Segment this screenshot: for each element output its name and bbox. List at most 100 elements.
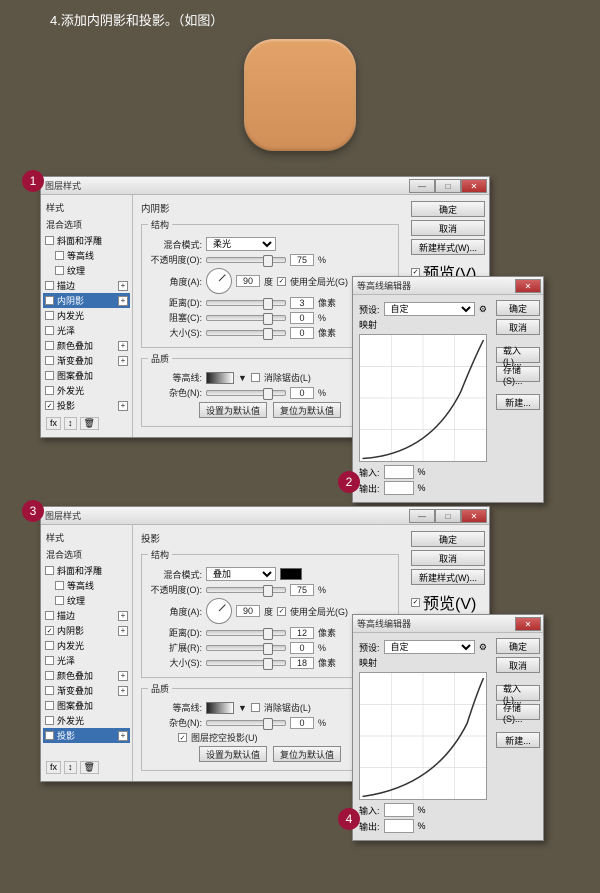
output-field[interactable] xyxy=(384,481,414,495)
contour-picker[interactable] xyxy=(206,702,234,714)
style-checkbox[interactable] xyxy=(45,656,54,665)
footer-btn-a[interactable]: ↕ xyxy=(64,417,77,430)
sidebar-style-item[interactable]: 斜面和浮雕 xyxy=(43,563,130,578)
opacity-slider[interactable]: .slider:nth-of-type(1)::after{left:56px} xyxy=(206,257,286,263)
noise-value[interactable]: 0 xyxy=(290,717,314,729)
blend-options-header[interactable]: 混合选项 xyxy=(43,216,130,233)
reset-default-button[interactable]: 复位为默认值 xyxy=(273,402,341,418)
close-icon[interactable]: ✕ xyxy=(515,617,541,631)
footer-btn-b[interactable]: 🗑 xyxy=(80,761,99,774)
spread-value[interactable]: 0 xyxy=(290,642,314,654)
sidebar-style-item[interactable]: 图案叠加 xyxy=(43,698,130,713)
sidebar-style-item[interactable]: 内发光 xyxy=(43,308,130,323)
cancel-button[interactable]: 取消 xyxy=(411,550,485,566)
style-checkbox[interactable]: ✓ xyxy=(45,626,54,635)
preview-checkbox[interactable]: ✓ xyxy=(411,598,420,607)
style-checkbox[interactable] xyxy=(55,581,64,590)
sidebar-style-item[interactable]: 外发光 xyxy=(43,713,130,728)
minimize-icon[interactable]: — xyxy=(409,179,435,193)
style-checkbox[interactable] xyxy=(45,371,54,380)
minimize-icon[interactable]: — xyxy=(409,509,435,523)
sidebar-style-item[interactable]: 光泽 xyxy=(43,653,130,668)
sidebar-style-item[interactable]: 颜色叠加+ xyxy=(43,338,130,353)
sidebar-style-item[interactable]: 图案叠加 xyxy=(43,368,130,383)
sidebar-style-item[interactable]: 描边+ xyxy=(43,278,130,293)
contour-curve-grid[interactable] xyxy=(359,334,487,462)
make-default-button[interactable]: 设置为默认值 xyxy=(199,402,267,418)
add-instance-icon[interactable]: + xyxy=(118,401,128,411)
new-button[interactable]: 新建... xyxy=(496,394,540,410)
preset-menu-icon[interactable]: ⚙ xyxy=(479,304,487,315)
spread-slider[interactable] xyxy=(206,645,286,651)
close-icon[interactable]: ✕ xyxy=(461,509,487,523)
sidebar-style-item[interactable]: 颜色叠加+ xyxy=(43,668,130,683)
contour-curve-grid[interactable] xyxy=(359,672,487,800)
style-checkbox[interactable] xyxy=(55,251,64,260)
sidebar-style-item[interactable]: 外发光 xyxy=(43,383,130,398)
knockout-checkbox[interactable]: ✓ xyxy=(178,733,187,742)
dialog-titlebar[interactable]: 图层样式 — □ ✕ xyxy=(41,177,489,195)
preset-select[interactable]: 自定 xyxy=(384,640,475,654)
angle-value[interactable]: 90 xyxy=(236,605,260,617)
size-value[interactable]: 18 xyxy=(290,657,314,669)
blend-mode-select[interactable]: 柔光 xyxy=(206,237,276,251)
sidebar-style-item[interactable]: 纹理 xyxy=(43,263,130,278)
sidebar-style-item[interactable]: ✓内阴影+ xyxy=(43,623,130,638)
sidebar-style-item[interactable]: 等高线 xyxy=(43,578,130,593)
close-icon[interactable]: ✕ xyxy=(515,279,541,293)
style-checkbox[interactable]: ✓ xyxy=(45,296,54,305)
maximize-icon[interactable]: □ xyxy=(435,179,461,193)
noise-slider[interactable] xyxy=(206,390,286,396)
input-field[interactable] xyxy=(384,803,414,817)
add-instance-icon[interactable]: + xyxy=(118,626,128,636)
antialias-checkbox[interactable] xyxy=(251,373,260,382)
distance-slider[interactable] xyxy=(206,630,286,636)
style-checkbox[interactable] xyxy=(45,686,54,695)
distance-slider[interactable] xyxy=(206,300,286,306)
contour-titlebar[interactable]: 等高线编辑器 ✕ xyxy=(353,615,543,633)
footer-btn-a[interactable]: ↕ xyxy=(64,761,77,774)
fx-footer[interactable]: fx xyxy=(46,417,61,430)
fx-footer[interactable]: fx xyxy=(46,761,61,774)
antialias-checkbox[interactable] xyxy=(251,703,260,712)
style-checkbox[interactable] xyxy=(45,566,54,575)
add-instance-icon[interactable]: + xyxy=(118,296,128,306)
load-button[interactable]: 载入(L)... xyxy=(496,347,540,363)
save-button[interactable]: 存储(S)... xyxy=(496,366,540,382)
distance-value[interactable]: 3 xyxy=(290,297,314,309)
load-button[interactable]: 载入(L)... xyxy=(496,685,540,701)
opacity-slider[interactable] xyxy=(206,587,286,593)
ok-button[interactable]: 确定 xyxy=(496,300,540,316)
cancel-button[interactable]: 取消 xyxy=(411,220,485,236)
style-checkbox[interactable] xyxy=(45,311,54,320)
opacity-value[interactable]: 75 xyxy=(290,254,314,266)
style-checkbox[interactable] xyxy=(45,326,54,335)
style-checkbox[interactable] xyxy=(45,641,54,650)
ok-button[interactable]: 确定 xyxy=(411,201,485,217)
blend-options-header[interactable]: 混合选项 xyxy=(43,546,130,563)
dialog-titlebar[interactable]: 图层样式 — □ ✕ xyxy=(41,507,489,525)
style-checkbox[interactable] xyxy=(45,281,54,290)
reset-default-button[interactable]: 复位为默认值 xyxy=(273,746,341,762)
style-checkbox[interactable] xyxy=(55,266,64,275)
choke-slider[interactable] xyxy=(206,315,286,321)
maximize-icon[interactable]: □ xyxy=(435,509,461,523)
style-checkbox[interactable] xyxy=(45,236,54,245)
new-style-button[interactable]: 新建样式(W)... xyxy=(411,239,485,255)
style-checkbox[interactable] xyxy=(45,386,54,395)
opacity-value[interactable]: 75 xyxy=(290,584,314,596)
sidebar-style-item[interactable]: 渐变叠加+ xyxy=(43,353,130,368)
add-instance-icon[interactable]: + xyxy=(118,686,128,696)
sidebar-style-item[interactable]: 等高线 xyxy=(43,248,130,263)
shadow-color-swatch[interactable] xyxy=(280,568,302,580)
angle-dial[interactable] xyxy=(206,598,232,624)
contour-picker[interactable] xyxy=(206,372,234,384)
sidebar-style-item[interactable]: 斜面和浮雕 xyxy=(43,233,130,248)
close-icon[interactable]: ✕ xyxy=(461,179,487,193)
style-checkbox[interactable]: ✓ xyxy=(45,401,54,410)
ok-button[interactable]: 确定 xyxy=(496,638,540,654)
noise-slider[interactable] xyxy=(206,720,286,726)
add-instance-icon[interactable]: + xyxy=(118,671,128,681)
save-button[interactable]: 存储(S)... xyxy=(496,704,540,720)
style-checkbox[interactable]: ✓ xyxy=(45,731,54,740)
